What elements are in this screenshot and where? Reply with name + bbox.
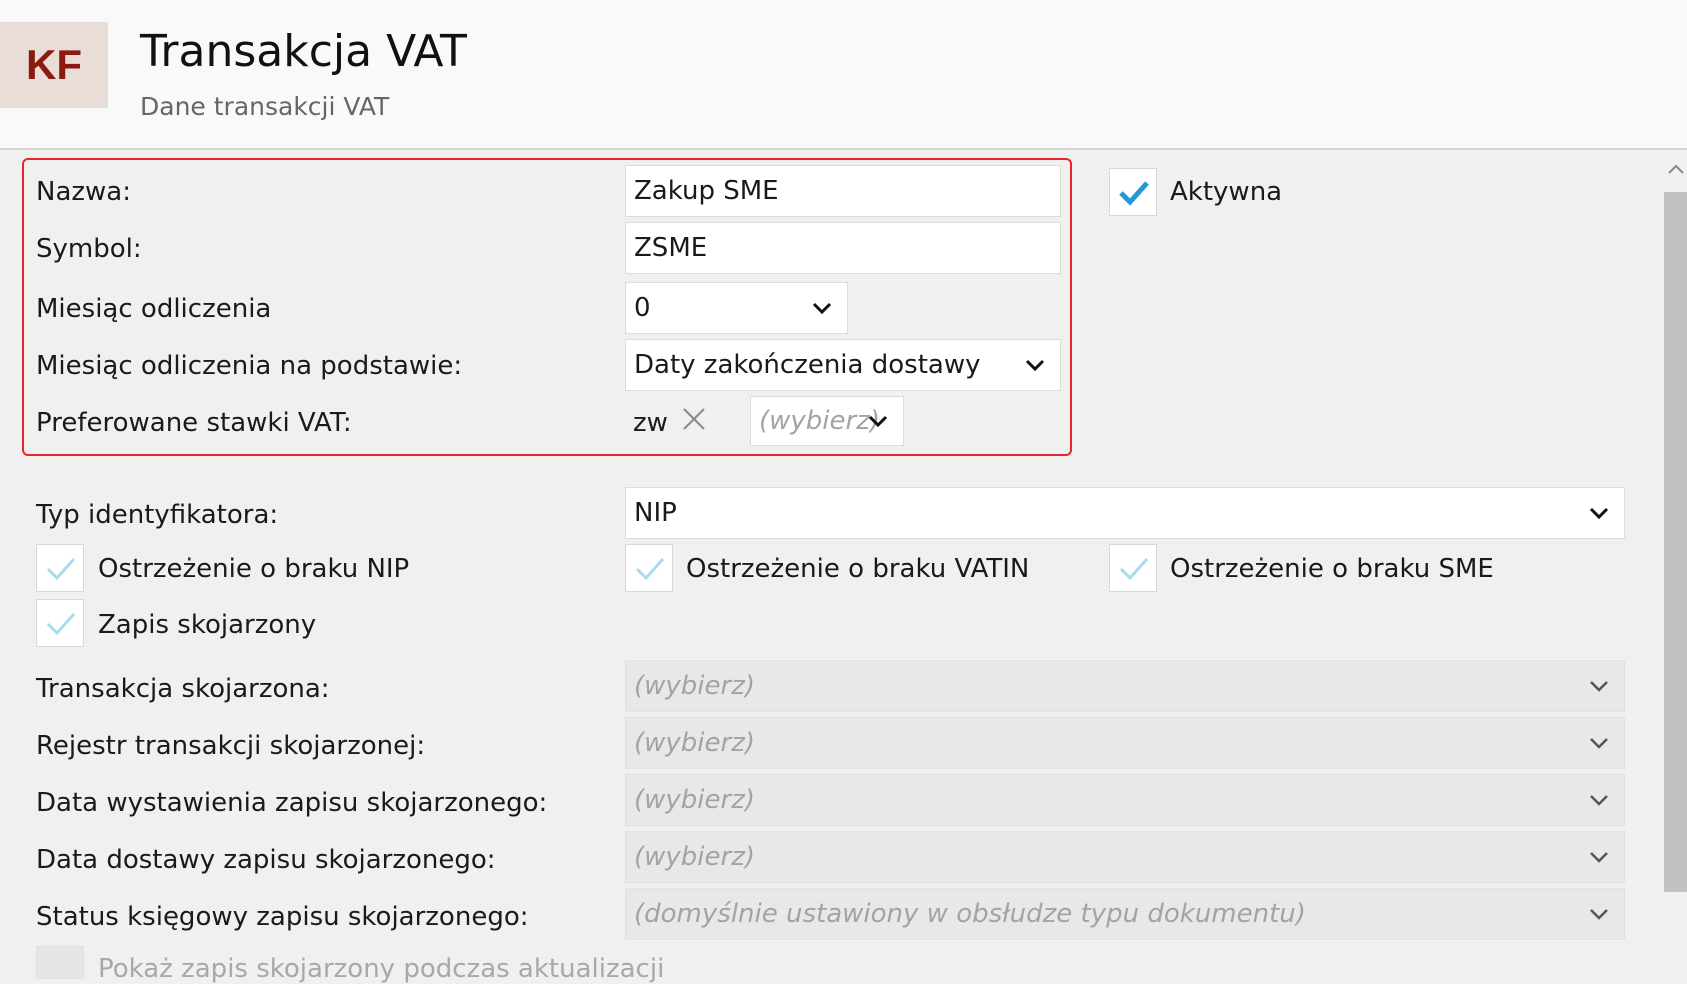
chevron-down-icon <box>1588 736 1610 750</box>
miesiac-label: Miesiąc odliczenia <box>36 294 272 324</box>
check-icon <box>1119 557 1149 581</box>
miesiac-select[interactable]: 0 <box>625 282 848 334</box>
status-select[interactable]: (domyślnie ustawiony w obsłudze typu dok… <box>625 888 1625 940</box>
symbol-label: Symbol: <box>36 234 142 264</box>
ostrz-sme-checkbox[interactable] <box>1109 544 1157 592</box>
scrollbar-thumb[interactable] <box>1664 192 1687 892</box>
nazwa-input[interactable]: Zakup SME <box>625 165 1061 217</box>
nazwa-label: Nazwa: <box>36 177 131 207</box>
ostrz-vatin-checkbox[interactable] <box>625 544 673 592</box>
miesiac-value: 0 <box>634 293 651 323</box>
data-wyst-select[interactable]: (wybierz) <box>625 774 1625 826</box>
transakcja-skoj-label: Transakcja skojarzona: <box>36 674 330 704</box>
transakcja-skoj-value: (wybierz) <box>634 671 755 701</box>
ostrz-sme-label: Ostrzeżenie o braku SME <box>1170 554 1494 584</box>
data-dost-select[interactable]: (wybierz) <box>625 831 1625 883</box>
chevron-down-icon <box>1588 793 1610 807</box>
typ-label: Typ identyfikatora: <box>36 500 279 530</box>
transakcja-skoj-select[interactable]: (wybierz) <box>625 660 1625 712</box>
data-wyst-label: Data wystawienia zapisu skojarzonego: <box>36 788 548 818</box>
page-subtitle: Dane transakcji VAT <box>140 92 390 121</box>
chevron-down-icon <box>867 414 889 428</box>
chevron-down-icon <box>811 301 833 315</box>
chevron-down-icon <box>1588 907 1610 921</box>
scroll-up-icon[interactable] <box>1667 160 1685 179</box>
symbol-value: ZSME <box>634 233 708 263</box>
zapis-skojarzony-checkbox[interactable] <box>36 599 84 647</box>
chevron-down-icon <box>1024 358 1046 372</box>
stawki-tag: zw <box>633 408 668 438</box>
nazwa-value: Zakup SME <box>634 176 779 206</box>
podstawa-label: Miesiąc odliczenia na podstawie: <box>36 351 463 381</box>
check-icon <box>46 557 76 581</box>
data-dost-label: Data dostawy zapisu skojarzonego: <box>36 845 496 875</box>
podstawa-select[interactable]: Daty zakończenia dostawy <box>625 339 1061 391</box>
zapis-skojarzony-label: Zapis skojarzony <box>98 610 317 640</box>
rejestr-label: Rejestr transakcji skojarzonej: <box>36 731 426 761</box>
symbol-input[interactable]: ZSME <box>625 222 1061 274</box>
stawki-label: Preferowane stawki VAT: <box>36 408 352 438</box>
rejestr-value: (wybierz) <box>634 728 755 758</box>
check-icon <box>1119 181 1149 206</box>
ostrz-nip-label: Ostrzeżenie o braku NIP <box>98 554 410 584</box>
check-icon <box>635 557 665 581</box>
typ-select[interactable]: NIP <box>625 487 1625 539</box>
pokaz-label: Pokaż zapis skojarzony podczas aktualiza… <box>98 954 665 984</box>
ostrz-vatin-label: Ostrzeżenie o braku VATIN <box>686 554 1030 584</box>
chevron-down-icon <box>1588 850 1610 864</box>
data-wyst-value: (wybierz) <box>634 785 755 815</box>
aktywna-checkbox[interactable] <box>1109 168 1157 216</box>
app-logo: KF <box>0 22 108 108</box>
typ-value: NIP <box>634 498 677 528</box>
chevron-down-icon <box>1588 679 1610 693</box>
aktywna-label: Aktywna <box>1170 177 1283 207</box>
pokaz-checkbox[interactable] <box>36 946 84 979</box>
status-label: Status księgowy zapisu skojarzonego: <box>36 902 529 932</box>
status-value: (domyślnie ustawiony w obsłudze typu dok… <box>634 899 1306 929</box>
remove-tag-icon[interactable] <box>680 405 708 433</box>
rejestr-select[interactable]: (wybierz) <box>625 717 1625 769</box>
data-dost-value: (wybierz) <box>634 842 755 872</box>
ostrz-nip-checkbox[interactable] <box>36 544 84 592</box>
chevron-down-icon <box>1588 506 1610 520</box>
stawki-select-value: (wybierz) <box>759 406 880 436</box>
header: KF Transakcja VAT Dane transakcji VAT <box>0 0 1687 150</box>
podstawa-value: Daty zakończenia dostawy <box>634 350 981 380</box>
check-icon <box>46 612 76 636</box>
stawki-select[interactable]: (wybierz) <box>750 396 904 446</box>
page-title: Transakcja VAT <box>140 26 467 77</box>
